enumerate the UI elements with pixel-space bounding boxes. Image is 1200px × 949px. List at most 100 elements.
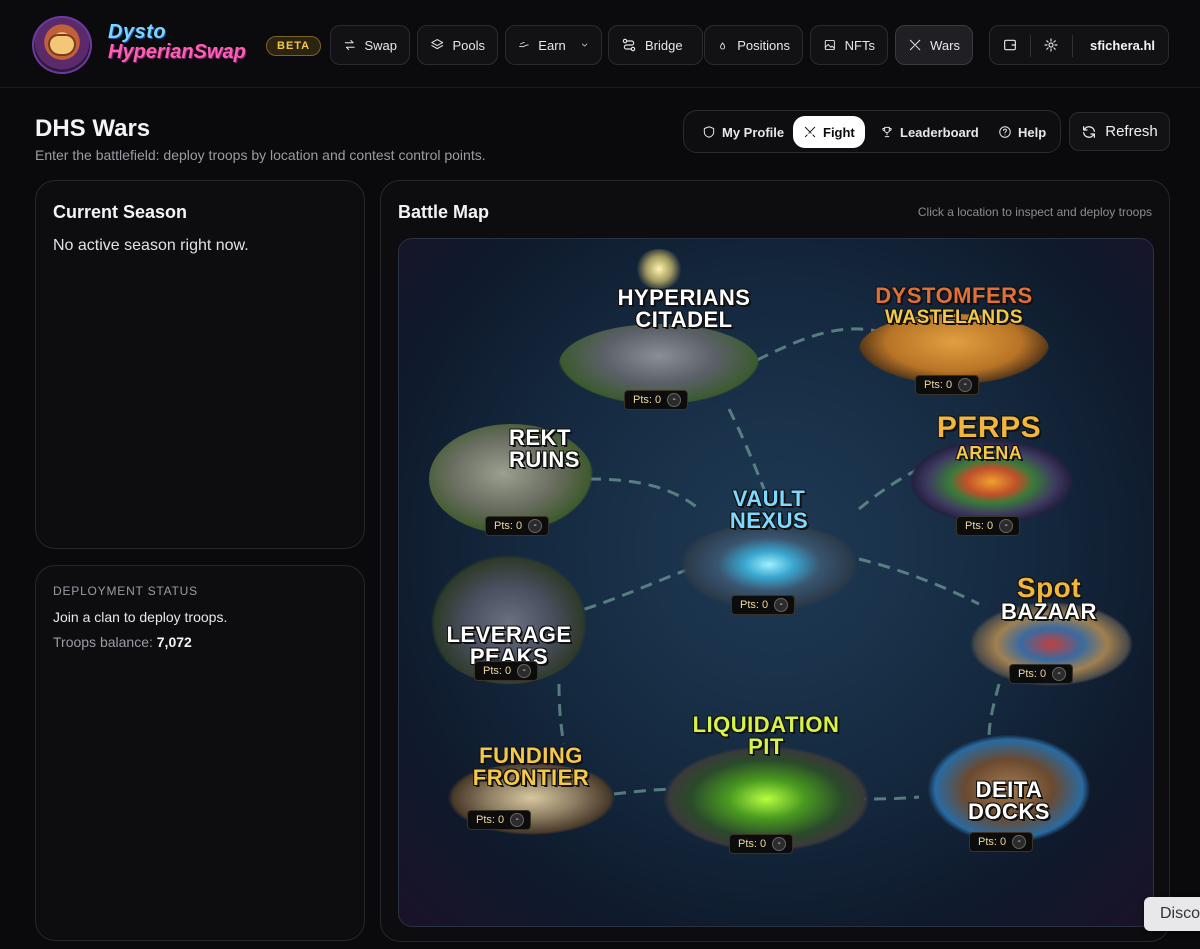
- page-title: DHS Wars: [35, 115, 151, 142]
- settings-button[interactable]: [1043, 37, 1061, 55]
- minus-icon: -: [517, 664, 532, 678]
- battle-map-canvas: HYPERIANS CITADEL Pts: 0- DYSTOMFERS WAS…: [398, 238, 1154, 927]
- nav-positions-label: Positions: [737, 37, 790, 53]
- points-label: Pts: 0: [738, 838, 767, 850]
- crossed-swords-icon: [804, 126, 816, 138]
- nav-bridge-button[interactable]: Bridge: [608, 25, 703, 65]
- divider: [1072, 35, 1073, 57]
- nav-positions-button[interactable]: Positions: [704, 25, 803, 65]
- location-name-line-2: CITADEL: [635, 307, 733, 332]
- minus-icon: -: [528, 519, 543, 533]
- points-label: Pts: 0: [483, 665, 512, 677]
- location-name: REKT RUINS: [399, 427, 619, 471]
- tab-help-label: Help: [1018, 124, 1047, 140]
- nav-swap-button[interactable]: Swap: [330, 25, 410, 65]
- location-vault-nexus[interactable]: VAULT NEXUS Pts: 0-: [669, 484, 869, 624]
- divider: [1030, 35, 1031, 57]
- minus-icon: -: [667, 393, 682, 407]
- refresh-button[interactable]: Refresh: [1069, 112, 1170, 151]
- nav-wars-button[interactable]: Wars: [895, 25, 973, 65]
- location-name-line-2: NEXUS: [729, 508, 809, 533]
- location-delta-docks[interactable]: DEITA DOCKS Pts: 0-: [919, 724, 1099, 854]
- nav-earn-label: Earn: [538, 37, 566, 53]
- tab-fight[interactable]: Fight: [793, 116, 865, 148]
- nav-nfts-label: NFTs: [844, 37, 875, 53]
- points-label: Pts: 0: [494, 520, 523, 532]
- location-leverage-peaks[interactable]: LEVERAGE PEAKS Pts: 0-: [419, 544, 599, 689]
- nav-pools-label: Pools: [452, 37, 485, 53]
- account-username[interactable]: sfichera.hl: [1090, 38, 1155, 53]
- tab-help[interactable]: Help: [988, 116, 1056, 148]
- location-dystomfers-wastelands[interactable]: DYSTOMFERS WASTELANDS Pts: 0-: [849, 279, 1059, 399]
- location-hyperians-citadel[interactable]: HYPERIANS CITADEL Pts: 0-: [549, 249, 769, 419]
- refresh-icon: [1083, 125, 1096, 138]
- beta-badge: BETA: [266, 36, 322, 56]
- location-name-line-2: ARENA: [955, 443, 1023, 463]
- location-rekt-ruins[interactable]: REKT RUINS Pts: 0-: [429, 404, 599, 544]
- tab-my-profile[interactable]: My Profile: [692, 116, 794, 148]
- points-label: Pts: 0: [965, 520, 994, 532]
- season-title: Current Season: [53, 202, 188, 222]
- deployment-status-card: DEPLOYMENT STATUS Join a clan to deploy …: [35, 565, 365, 941]
- location-name-line-1: PERPS: [936, 411, 1042, 444]
- location-spot-bazaar[interactable]: Spot BAZAAR Pts: 0-: [959, 569, 1144, 694]
- location-funding-frontier[interactable]: FUNDING FRONTIER Pts: 0-: [439, 739, 624, 844]
- brand-line-1: Dysto: [108, 21, 167, 43]
- current-season-card: Current Season No active season right no…: [35, 180, 365, 549]
- points-badge: Pts: 0-: [624, 390, 689, 410]
- discord-float-button[interactable]: Disco: [1144, 897, 1200, 931]
- points-badge: Pts: 0-: [915, 375, 980, 395]
- points-badge: Pts: 0-: [1009, 664, 1074, 684]
- tab-leaderboard[interactable]: Leaderboard: [870, 116, 989, 148]
- points-label: Pts: 0: [633, 394, 662, 406]
- tab-fight-label: Fight: [823, 124, 855, 140]
- nav-pools-button[interactable]: Pools: [417, 25, 498, 65]
- location-liquidation-pit[interactable]: LIQUIDATION PIT Pts: 0-: [654, 709, 879, 859]
- points-label: Pts: 0: [740, 599, 769, 611]
- sun-glow-icon: [634, 249, 684, 289]
- location-name: HYPERIANS CITADEL: [574, 287, 794, 331]
- minus-icon: -: [958, 378, 973, 392]
- nav-earn-dropdown[interactable]: Earn: [505, 25, 602, 65]
- location-name-line-1: FUNDING: [479, 743, 583, 768]
- troops-balance: Troops balance: 7,072: [53, 634, 192, 650]
- location-name-line-2: WASTELANDS: [885, 307, 1023, 328]
- points-badge: Pts: 0-: [969, 832, 1034, 852]
- location-name-line-1: DYSTOMFERS: [875, 283, 1033, 308]
- points-label: Pts: 0: [924, 379, 953, 391]
- location-perps-arena[interactable]: PERPS ARENA Pts: 0-: [904, 404, 1079, 536]
- location-name: VAULT NEXUS: [659, 488, 879, 532]
- minus-icon: -: [1012, 835, 1027, 849]
- location-name: Spot BAZAAR: [939, 572, 1153, 623]
- nav-bridge-label: Bridge: [645, 37, 683, 53]
- nav-swap-label: Swap: [364, 37, 397, 53]
- wars-tab-bar: My Profile Fight Leaderboard Help: [683, 110, 1061, 153]
- points-badge: Pts: 0-: [474, 661, 539, 681]
- location-name-line-1: REKT: [509, 425, 571, 450]
- account-controls: sfichera.hl: [989, 25, 1169, 65]
- location-name-line-1: HYPERIANS: [617, 285, 751, 310]
- page-subtitle: Enter the battlefield: deploy troops by …: [35, 147, 486, 163]
- nav-nfts-button[interactable]: NFTs: [810, 25, 888, 65]
- wallet-button[interactable]: [1002, 37, 1020, 55]
- location-name-line-2: FRONTIER: [472, 765, 590, 790]
- location-name: DEITA DOCKS: [899, 779, 1119, 823]
- app-logo[interactable]: [32, 16, 92, 74]
- path-citadel-vault: [727, 408, 766, 490]
- mascot-face-icon: [50, 36, 74, 54]
- location-name-line-1: LIQUIDATION: [692, 712, 840, 737]
- images-icon: [824, 39, 835, 51]
- refresh-label: Refresh: [1105, 123, 1158, 140]
- gear-icon: [1044, 38, 1058, 52]
- location-name-line-1: VAULT: [732, 486, 806, 511]
- minus-icon: -: [510, 813, 525, 827]
- layers-icon: [431, 39, 444, 50]
- brand-wordmark[interactable]: Dysto HyperianSwap: [108, 22, 246, 62]
- deployment-status-label: DEPLOYMENT STATUS: [53, 584, 198, 598]
- help-circle-icon: [999, 126, 1011, 138]
- tab-leaderboard-label: Leaderboard: [900, 124, 979, 140]
- location-name-line-1: Spot: [1016, 572, 1082, 603]
- tab-my-profile-label: My Profile: [722, 124, 785, 140]
- location-name-line-1: DEITA: [975, 777, 1043, 802]
- droplets-icon: [720, 42, 726, 50]
